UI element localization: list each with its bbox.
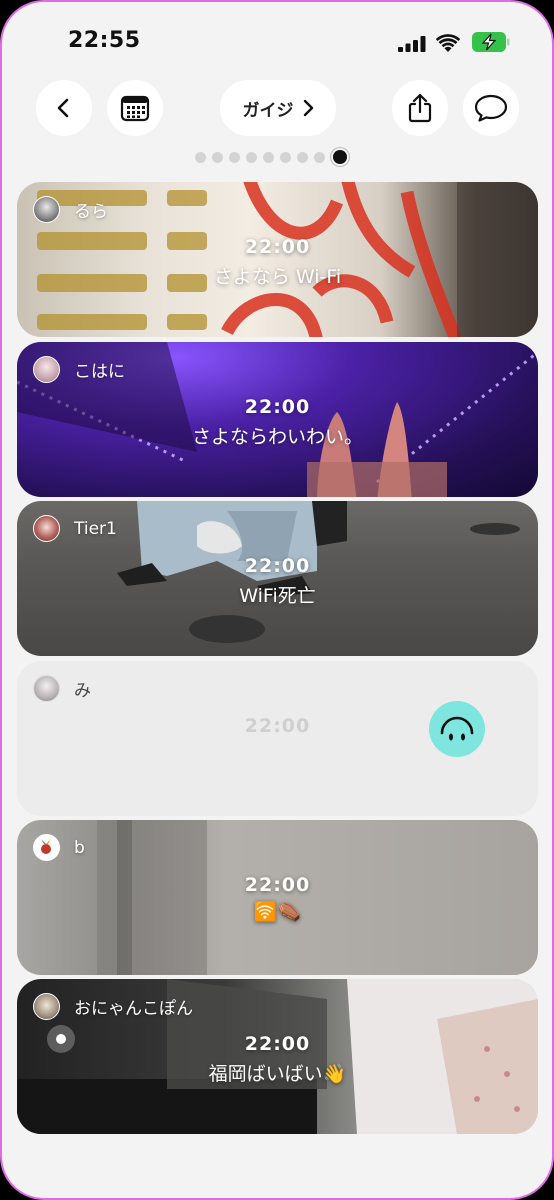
username: るら [74,202,108,222]
page-dot[interactable] [297,151,308,163]
post-card[interactable]: Tier1 22:00 WiFi死亡 [17,501,538,656]
share-icon [408,93,432,123]
page-dot[interactable] [263,151,274,163]
avatar[interactable] [33,834,60,861]
post-time: 22:00 [244,236,311,258]
post-message: さよならわいわい。 [191,426,363,448]
page-dot-active[interactable] [333,150,347,164]
page-dot[interactable] [314,151,325,163]
post-message: WiFi死亡 [239,585,316,607]
post-message: 福岡ばいばい👋 [208,1063,347,1085]
post-user[interactable]: Tier1 [33,515,117,542]
battery-charging-icon [472,32,510,52]
post-time: 22:00 [244,1033,311,1055]
status-bar: 22:55 [2,2,552,82]
post-card[interactable]: るら 22:00 さよなら Wi-Fi [17,182,538,337]
post-user[interactable]: b [33,834,85,861]
post-user[interactable]: み [33,675,91,702]
avatar[interactable] [33,356,60,383]
page-dot[interactable] [246,151,257,163]
post-card[interactable]: おにゃんこぽん 22:00 福岡ばいばい👋 [17,979,538,1134]
post-message: さよなら Wi-Fi [213,266,342,288]
post-card[interactable]: み 22:00 [17,661,538,816]
smiley-reaction-icon[interactable] [429,701,485,757]
status-time: 22:55 [68,28,141,53]
post-time: 22:00 [244,874,311,896]
wifi-icon [436,34,460,52]
group-title: ガイジ [242,100,294,121]
post-message: 🛜⚰️ [253,901,302,923]
post-card[interactable]: b 22:00 🛜⚰️ [17,820,538,975]
page-dot[interactable] [280,151,291,163]
page-indicator [195,149,347,165]
page-dot[interactable] [212,151,223,163]
post-user[interactable]: こはに [33,356,125,383]
back-icon [57,98,69,118]
phone-screen: 22:55 ガイジ るら 22:00 さよなら Wi-Fi こはに 22:00 … [0,0,554,1200]
group-title-button[interactable]: ガイジ [220,80,336,136]
page-dot[interactable] [195,151,206,163]
avatar[interactable] [33,993,60,1020]
username: こはに [74,362,125,382]
username: Tier1 [74,518,117,539]
post-user[interactable]: るら [33,196,108,223]
page-dot[interactable] [229,151,240,163]
avatar[interactable] [33,515,60,542]
top-navigation: ガイジ [2,80,552,140]
avatar[interactable] [33,675,60,702]
calendar-button[interactable] [107,80,163,136]
comment-button[interactable] [463,80,519,136]
share-button[interactable] [392,80,448,136]
calendar-icon [120,95,150,122]
username: み [74,681,91,701]
chevron-right-icon [303,99,313,117]
post-time: 22:00 [244,555,311,577]
post-photo [97,820,207,975]
comment-icon [474,94,508,122]
post-time: 22:00 [244,396,311,418]
post-user[interactable]: おにゃんこぽん [33,993,193,1020]
avatar[interactable] [33,196,60,223]
username: b [74,837,85,858]
post-card[interactable]: こはに 22:00 さよならわいわい。 [17,342,538,497]
username: おにゃんこぽん [74,999,193,1019]
back-button[interactable] [36,80,92,136]
cellular-signal-icon [398,36,426,52]
